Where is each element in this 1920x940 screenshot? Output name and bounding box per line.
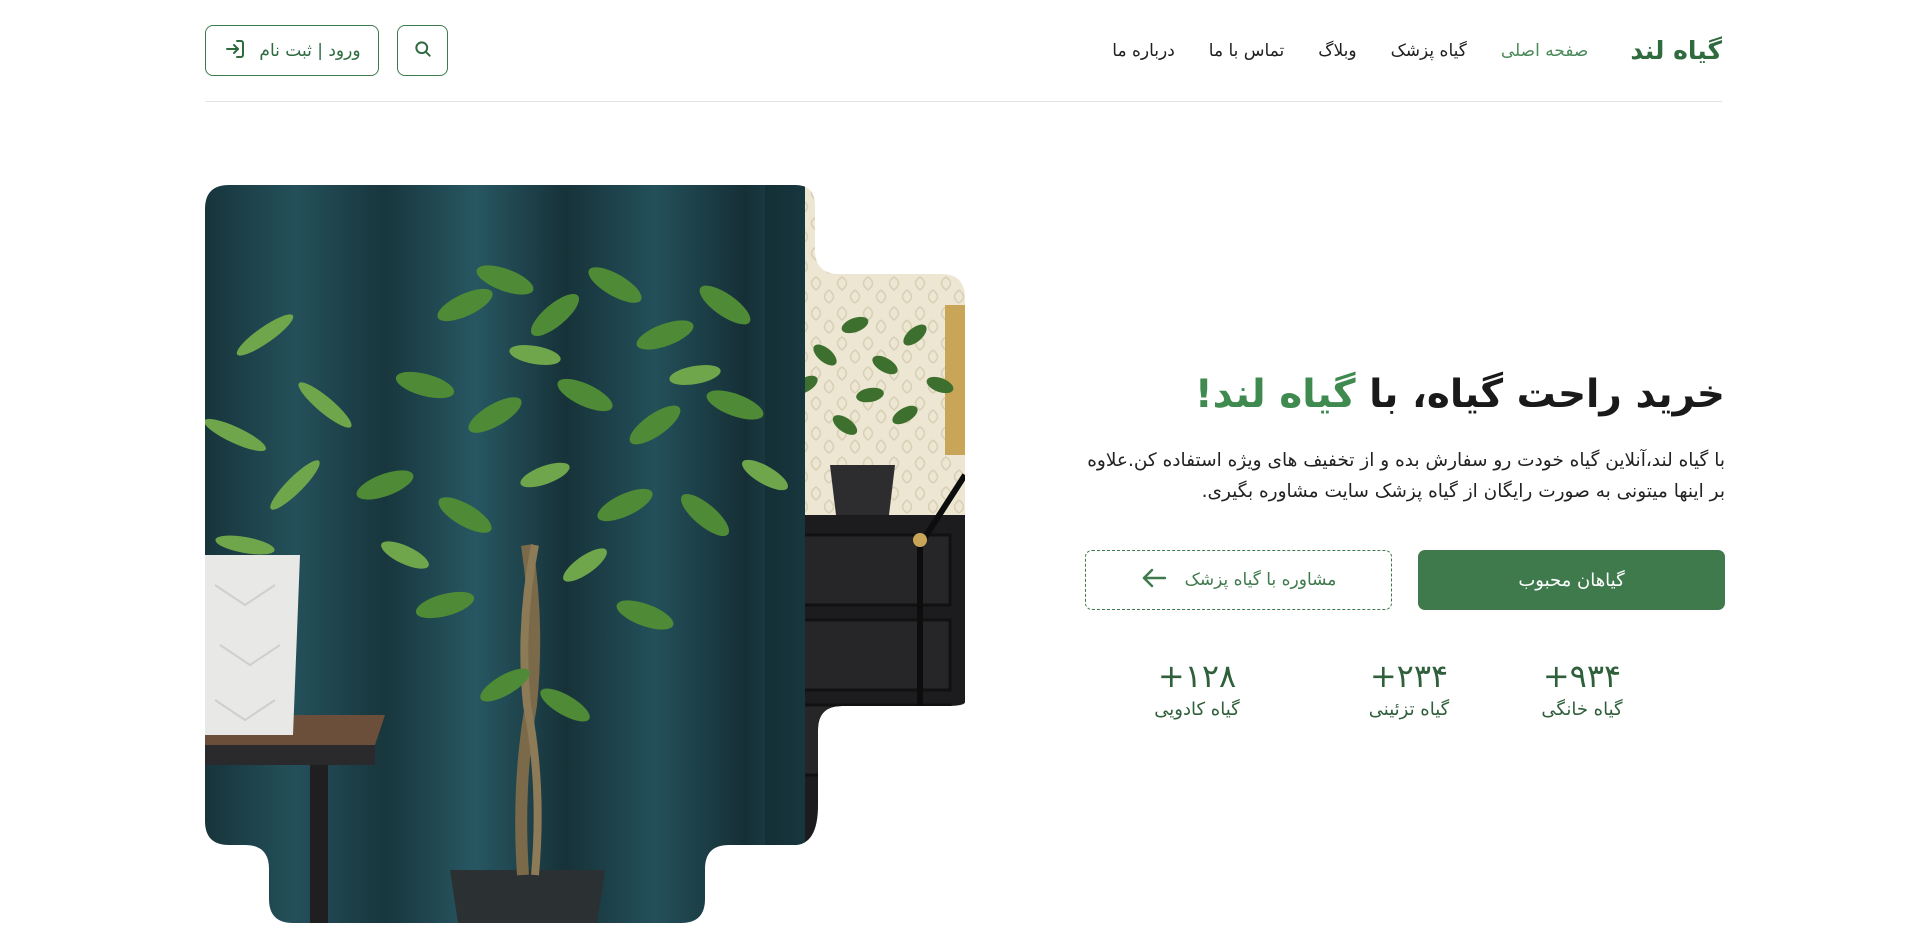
stat-gift-plants: +۱۲۸ گیاه کادویی [1127, 656, 1267, 724]
site-header: ورود | ثبت نام گیاه لند صفحه اصلی گیاه پ… [205, 0, 1722, 102]
popular-plants-label: گیاهان محبوب [1518, 569, 1625, 591]
site-logo[interactable]: گیاه لند [1630, 36, 1722, 65]
nav-item-blog[interactable]: وبلاگ [1318, 41, 1356, 61]
login-register-label: ورود | ثبت نام [259, 40, 361, 61]
search-button[interactable] [397, 25, 448, 76]
nav-item-contact[interactable]: تماس با ما [1209, 41, 1285, 61]
arrow-left-icon [1141, 567, 1167, 594]
stat-houseplants: +۹۳۴ گیاه خانگی [1512, 656, 1652, 724]
nav-item-about[interactable]: درباره ما [1112, 41, 1175, 61]
main-nav: گیاه لند صفحه اصلی گیاه پزشک وبلاگ تماس … [1112, 36, 1722, 65]
hero-content: خرید راحت گیاه، با گیاه لند! با گیاه لند… [1085, 370, 1725, 507]
stat-value: +۱۲۸ [1157, 657, 1237, 695]
popular-plants-button[interactable]: گیاهان محبوب [1418, 550, 1725, 610]
stat-decorative-plants: +۲۳۴ گیاه تزئینی [1339, 656, 1479, 724]
login-register-button[interactable]: ورود | ثبت نام [205, 25, 379, 76]
stat-label: گیاه تزئینی [1368, 699, 1450, 720]
stat-label: گیاه خانگی [1541, 699, 1623, 720]
header-actions: ورود | ثبت نام [205, 25, 448, 76]
hero-title-accent: گیاه لند! [1194, 372, 1356, 417]
hero-cta-row: گیاهان محبوب مشاوره با گیاه پزشک [1085, 550, 1725, 610]
hero-image [205, 185, 965, 923]
plant-doctor-consult-button[interactable]: مشاوره با گیاه پزشک [1085, 550, 1392, 610]
search-icon [413, 39, 433, 63]
hero-title-prefix: خرید راحت گیاه، با [1369, 372, 1725, 417]
stat-label: گیاه کادویی [1154, 699, 1240, 720]
hero-title: خرید راحت گیاه، با گیاه لند! [1085, 370, 1725, 421]
hero-description: با گیاه لند،آنلاین گیاه خودت رو سفارش بد… [1087, 449, 1725, 502]
login-icon [223, 37, 247, 65]
nav-item-home[interactable]: صفحه اصلی [1501, 41, 1588, 61]
plant-doctor-consult-label: مشاوره با گیاه پزشک [1184, 570, 1337, 590]
stat-value: +۲۳۴ [1369, 657, 1449, 695]
stat-value: +۹۳۴ [1542, 657, 1622, 695]
nav-item-plant-doctor[interactable]: گیاه پزشک [1391, 41, 1467, 61]
